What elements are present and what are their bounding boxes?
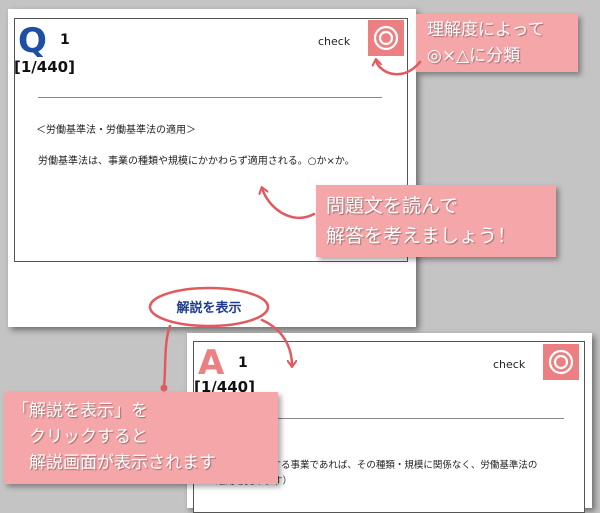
question-letter: Q xyxy=(18,21,47,61)
answer-check-label: check xyxy=(493,358,526,371)
question-text: 労働基準法は、事業の種類や規模にかかわらず適用される。○か×か。 xyxy=(38,156,355,167)
question-check-button[interactable] xyxy=(368,20,404,56)
question-category: ＜労働基準法・労働基準法の適用＞ xyxy=(36,125,196,136)
show-explanation-button[interactable]: 解説を表示 xyxy=(150,286,268,326)
question-divider xyxy=(38,97,382,98)
answer-text-line1: 用する事業であれば、その種類・規模に関係なく、労働基準法の xyxy=(262,460,538,471)
callout-read-question: 問題文を読んで 解答を考えましょう！ xyxy=(316,185,556,257)
answer-check-button[interactable] xyxy=(543,344,579,380)
answer-letter: A xyxy=(198,343,225,383)
callout-classify: 理解度によって ◎×△に分類 xyxy=(416,14,578,72)
double-circle-icon xyxy=(373,25,399,51)
question-number: 1 xyxy=(60,32,70,48)
question-counter: [1/440] xyxy=(14,58,75,76)
answer-number: 1 xyxy=(238,355,248,371)
connector-line xyxy=(162,324,172,390)
double-circle-icon xyxy=(548,349,574,375)
callout-click-explanation: 「解説を表示」を クリックすると 解説画面が表示されます xyxy=(4,392,278,484)
connector-dot xyxy=(160,384,168,392)
question-check-label: check xyxy=(318,35,351,48)
